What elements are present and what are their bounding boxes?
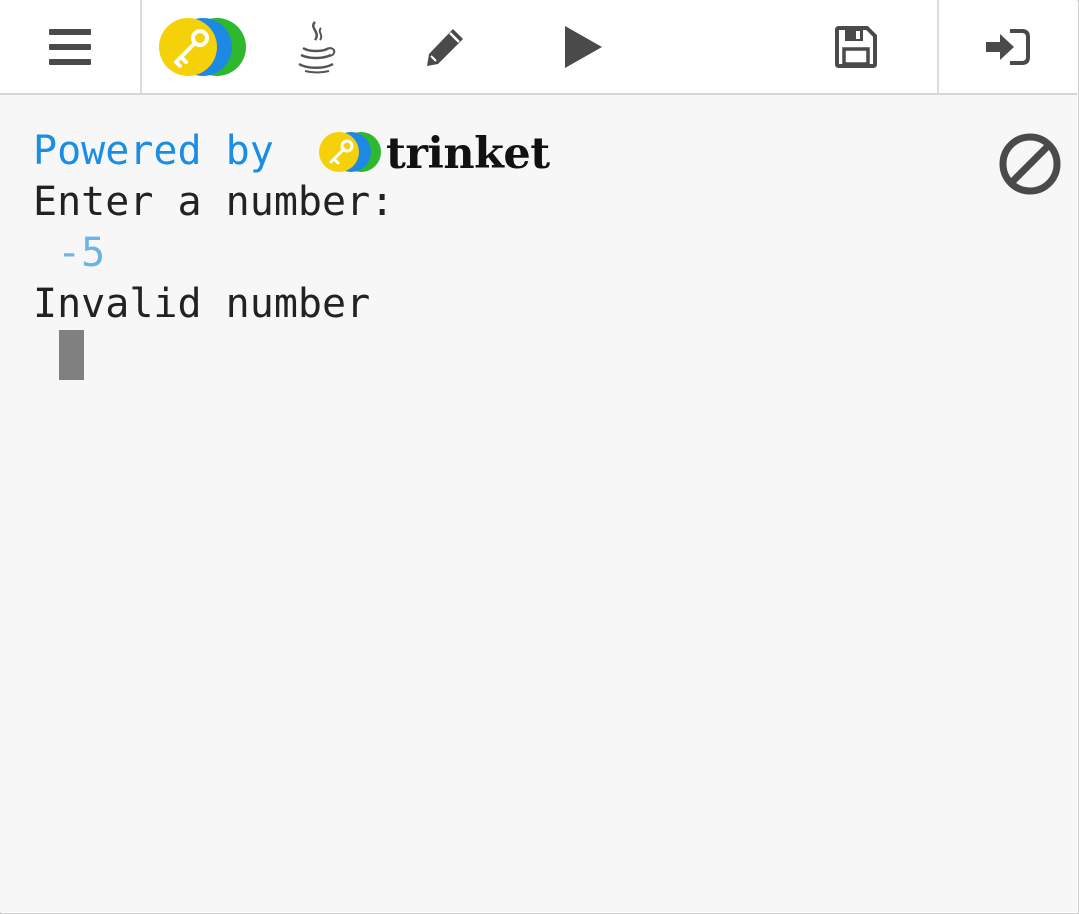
floppy-disk-icon <box>834 25 878 69</box>
sign-in-button[interactable] <box>939 0 1077 93</box>
text-cursor[interactable] <box>59 330 84 380</box>
powered-by-text: Powered by <box>33 128 274 174</box>
java-coffee-cup-icon <box>293 20 337 74</box>
clear-console-button[interactable] <box>997 131 1063 197</box>
clear-ban-icon <box>997 133 1063 201</box>
trinket-logo-button[interactable] <box>150 0 255 93</box>
language-java-button[interactable] <box>285 0 345 93</box>
sign-in-icon <box>986 28 1030 65</box>
run-button[interactable] <box>548 0 618 93</box>
output-line: Enter a number: <box>33 179 395 225</box>
trinket-wordmark: trinket <box>386 129 550 179</box>
menu-button[interactable] <box>0 0 140 93</box>
trinket-key-logo-icon <box>157 16 249 78</box>
console-output[interactable]: Powered by trinket Enter a number: -5 In… <box>0 95 1077 912</box>
trinket-brand-link[interactable]: trinket <box>318 129 550 179</box>
play-icon <box>563 25 603 69</box>
toolbar <box>0 0 1077 95</box>
pencil-icon <box>423 25 467 69</box>
save-button[interactable] <box>820 0 892 93</box>
output-line: Invalid number <box>33 281 371 327</box>
trinket-key-logo-icon <box>318 130 382 178</box>
toolbar-divider <box>140 0 142 93</box>
hamburger-menu-icon <box>49 28 91 65</box>
input-echo-line: -5 <box>33 230 106 276</box>
edit-button[interactable] <box>410 0 480 93</box>
